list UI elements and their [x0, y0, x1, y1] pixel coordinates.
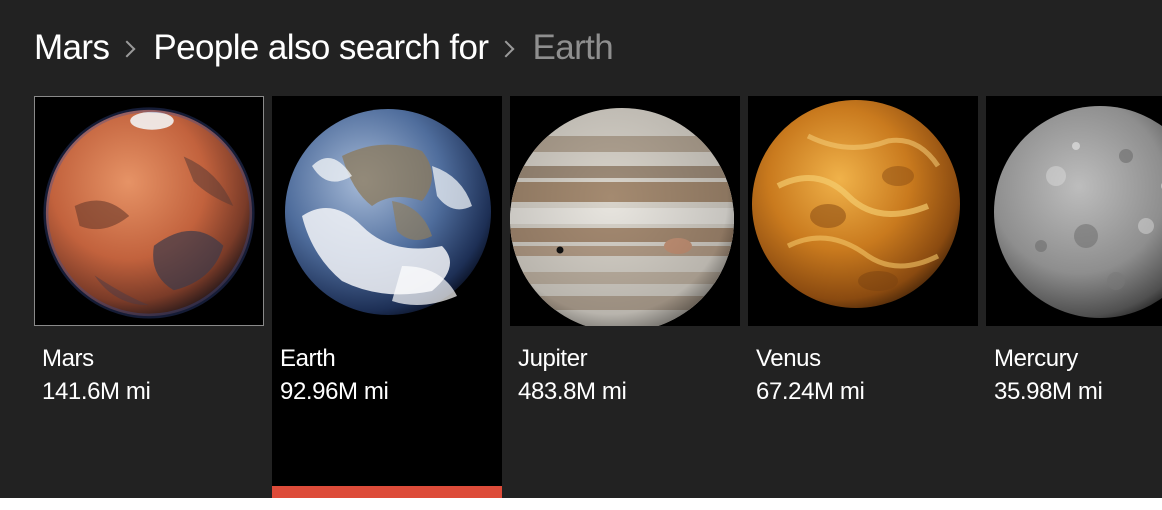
breadcrumb-current: Earth: [532, 28, 614, 67]
card-distance: 35.98M mi: [994, 378, 1103, 405]
card-distance: 141.6M mi: [42, 378, 151, 405]
card-label: Jupiter 483.8M mi: [518, 342, 627, 408]
card-venus[interactable]: Venus 67.24M mi: [748, 96, 978, 498]
jupiter-image: [510, 96, 740, 326]
card-name: Mercury: [994, 345, 1078, 372]
card-earth[interactable]: Earth 92.96M mi: [272, 96, 502, 498]
selected-indicator: [272, 486, 502, 498]
card-name: Earth: [280, 345, 336, 372]
breadcrumb-root-link[interactable]: Mars: [34, 28, 110, 68]
card-label: Mars 141.6M mi: [42, 342, 151, 408]
card-distance: 67.24M mi: [756, 378, 865, 405]
mercury-image: [986, 96, 1162, 326]
card-jupiter[interactable]: Jupiter 483.8M mi: [510, 96, 740, 498]
venus-image: [748, 96, 978, 326]
breadcrumb: Mars People also search for Earth: [34, 26, 614, 70]
card-label: Mercury 35.98M mi: [994, 342, 1103, 408]
card-label: Earth 92.96M mi: [280, 342, 389, 408]
card-name: Mars: [42, 345, 94, 372]
related-entities-panel: Mars People also search for Earth Mars 1…: [0, 0, 1162, 498]
earth-image: [272, 96, 502, 326]
card-mars[interactable]: Mars 141.6M mi: [34, 96, 264, 498]
card-distance: 92.96M mi: [280, 378, 389, 405]
card-distance: 483.8M mi: [518, 378, 627, 405]
card-name: Venus: [756, 345, 821, 372]
chevron-right-icon: [497, 40, 515, 58]
chevron-right-icon: [118, 40, 136, 58]
breadcrumb-middle-link[interactable]: People also search for: [153, 28, 489, 68]
card-label: Venus 67.24M mi: [756, 342, 865, 408]
card-mercury[interactable]: Mercury 35.98M mi: [986, 96, 1162, 498]
card-name: Jupiter: [518, 345, 588, 372]
mars-image: [34, 96, 264, 326]
